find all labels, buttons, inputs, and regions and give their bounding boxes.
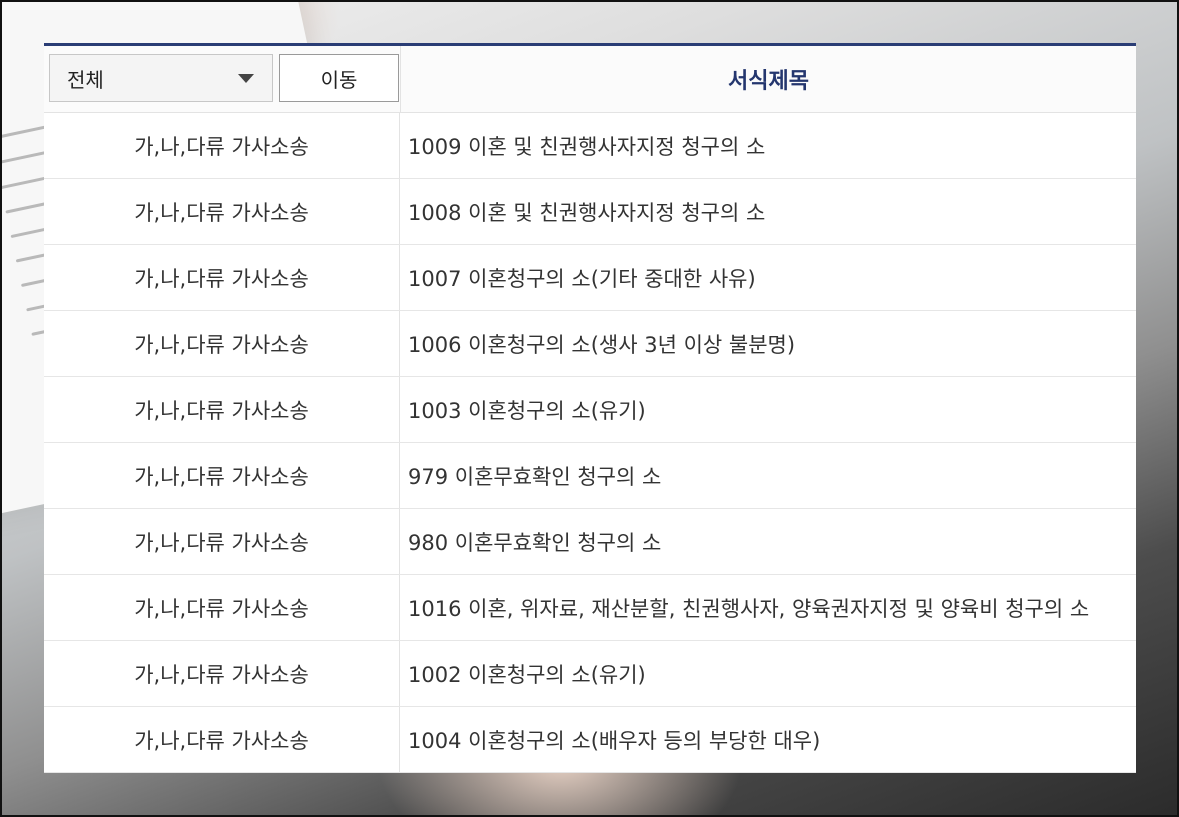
screenshot-border [0,0,1179,817]
